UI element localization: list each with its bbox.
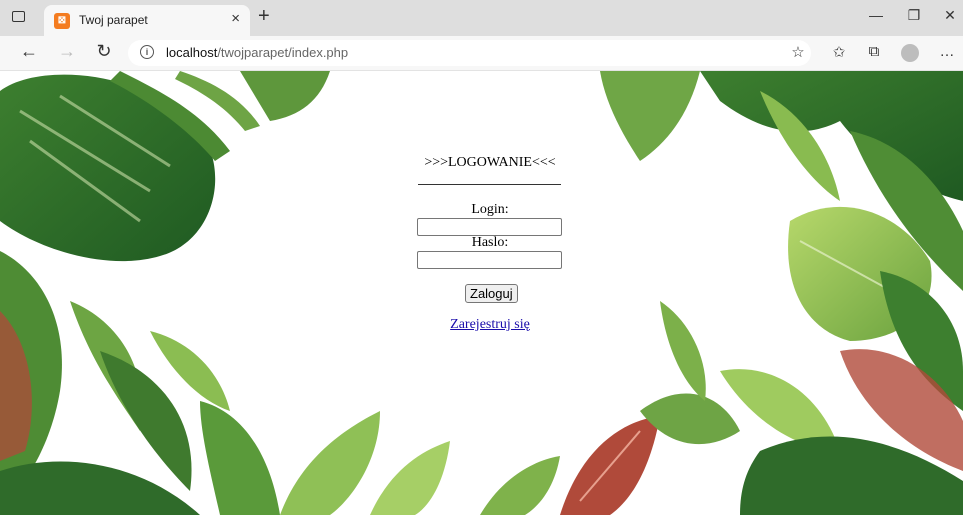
forward-icon[interactable]: →	[56, 41, 78, 62]
xampp-favicon-icon: ⊠	[54, 13, 70, 29]
address-host: localhost	[166, 45, 218, 60]
restore-icon[interactable]: ❐	[904, 7, 924, 24]
tab-actions-icon[interactable]	[12, 11, 25, 22]
leaf-top-left	[0, 71, 330, 262]
browser-titlebar: ⊠ Twoj parapet × + — ❐ ✕	[0, 0, 963, 36]
close-window-icon[interactable]: ✕	[940, 7, 960, 24]
tab-title: Twoj parapet	[79, 13, 148, 27]
favorites-icon[interactable]: ✩	[829, 43, 849, 61]
minimize-icon[interactable]: —	[866, 7, 886, 23]
browser-toolbar: ← → ↻ i localhost/twojparapet/index.php …	[0, 36, 963, 71]
refresh-icon[interactable]: ↻	[93, 41, 115, 62]
favorite-add-icon[interactable]: ☆	[788, 43, 808, 61]
login-button[interactable]: Zaloguj	[465, 284, 518, 303]
address-bar[interactable]: i localhost/twojparapet/index.php	[128, 40, 811, 66]
login-label: Login:	[471, 202, 509, 217]
collections-icon[interactable]: ⧉	[864, 43, 884, 60]
register-link[interactable]: Zarejestruj się	[380, 317, 600, 333]
page-title: >>>LOGOWANIE<<<	[424, 155, 556, 170]
password-input[interactable]	[417, 251, 562, 269]
login-input[interactable]	[417, 218, 562, 236]
page-viewport: >>>LOGOWANIE<<< Login: Haslo: Zaloguj Za…	[0, 71, 963, 515]
close-tab-icon[interactable]: ×	[231, 10, 240, 27]
leaf-right-side	[640, 206, 963, 515]
browser-tab[interactable]: ⊠ Twoj parapet ×	[44, 5, 250, 36]
leaf-bottom-center	[280, 411, 660, 515]
back-icon[interactable]: ←	[18, 41, 40, 62]
address-path: /twojparapet/index.php	[217, 45, 349, 60]
leaf-left-side	[0, 251, 280, 515]
new-tab-icon[interactable]: +	[258, 5, 270, 28]
password-label: Haslo:	[471, 235, 509, 250]
info-icon[interactable]: i	[140, 45, 154, 59]
address-url[interactable]: localhost/twojparapet/index.php	[166, 45, 348, 60]
more-icon[interactable]: …	[937, 43, 957, 60]
profile-icon[interactable]	[901, 44, 919, 62]
title-divider	[418, 184, 561, 185]
